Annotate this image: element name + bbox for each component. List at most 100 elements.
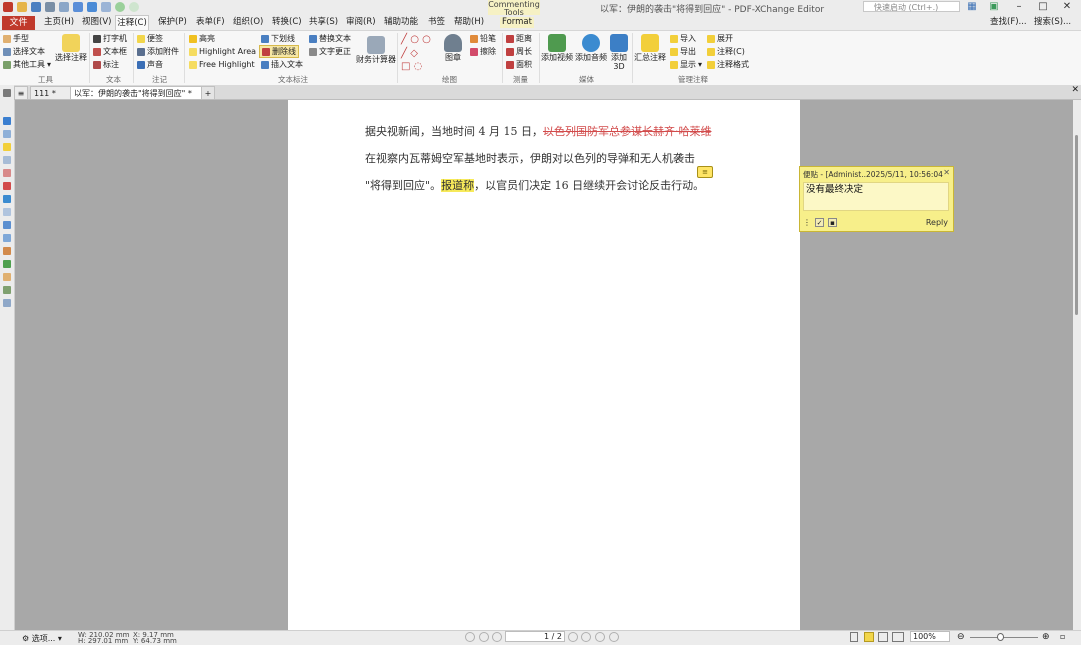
area-tool[interactable]: 面积 [506, 59, 532, 70]
content-icon[interactable] [3, 234, 11, 242]
document-line-2[interactable]: 在视察内瓦蒂姆空军基地时表示，伊朗对以色列的导弹和无人机袭击 [365, 152, 695, 166]
document-line-3[interactable]: "将得到回应"。报道称，以官员们决定 16 日继续开会讨论反击行动。 [365, 179, 704, 193]
last-page-icon[interactable] [581, 632, 591, 642]
tags-icon[interactable] [3, 221, 11, 229]
underline-tool[interactable]: 下划线 [261, 33, 295, 44]
add-audio-tool[interactable]: 添加音频 [575, 34, 607, 62]
new-tab-button[interactable]: + [201, 86, 215, 99]
note-reply-button[interactable]: Reply [926, 218, 948, 227]
quick-launch-input[interactable]: 快速启动 (Ctrl+.) [863, 1, 960, 12]
zoom-in-icon[interactable]: ⊕ [1042, 632, 1050, 642]
page-back-icon[interactable] [492, 632, 502, 642]
find-button[interactable]: 查找(F)... [990, 17, 1027, 28]
rectangle-tools[interactable]: □ ◌ [401, 61, 422, 72]
search-panel-icon[interactable] [3, 286, 11, 294]
page-number-input[interactable]: 1 / 2 [505, 631, 565, 642]
highlight-annotation[interactable]: 报道称 [441, 179, 475, 192]
undo-icon[interactable] [87, 2, 97, 12]
shape-tools[interactable]: ╱ ○ ○ [401, 34, 431, 45]
import-comments-button[interactable]: 导入 [670, 33, 696, 44]
add-video-tool[interactable]: 添加视频 [541, 34, 573, 62]
destinations-icon[interactable] [3, 195, 11, 203]
tab-bookmarks[interactable]: 书签 [428, 17, 445, 28]
sidebar-menu-icon[interactable] [3, 89, 11, 97]
expand-comments-button[interactable]: 展开 [707, 33, 733, 44]
typewriter-tool[interactable]: 打字机 [93, 33, 127, 44]
open-folder-icon[interactable] [17, 2, 27, 12]
history-icon[interactable] [3, 299, 11, 307]
note-text-field[interactable]: 没有最终决定 [803, 182, 949, 211]
attachments-icon[interactable] [3, 156, 11, 164]
export-comments-button[interactable]: 导出 [670, 46, 696, 57]
comments-pane-button[interactable]: 注释(C) [707, 46, 745, 57]
comments-panel-icon[interactable] [3, 143, 11, 151]
tab-share[interactable]: 共享(S) [309, 17, 338, 28]
single-page-icon[interactable] [850, 632, 858, 642]
zoom-slider-handle[interactable] [997, 633, 1004, 641]
comment-format-button[interactable]: 注释格式 [707, 59, 749, 70]
attach-file-tool[interactable]: 添加附件 [137, 46, 179, 57]
textbox-tool[interactable]: 文本框 [93, 46, 127, 57]
tab-review[interactable]: 审阅(R) [346, 17, 376, 28]
callout-tool[interactable]: 标注 [93, 59, 119, 70]
financial-calculator-tool[interactable]: 财务计算器 [356, 36, 396, 64]
polygon-tools[interactable]: ╱ ◇ [401, 48, 418, 59]
bookmarks-icon[interactable] [3, 117, 11, 125]
tab-view[interactable]: 视图(V) [82, 17, 111, 28]
zoom-level-dropdown[interactable]: 100% [910, 631, 950, 642]
free-highlight-tool[interactable]: Free Highlight [189, 59, 255, 70]
text-correct-tool[interactable]: 文字更正 [309, 46, 351, 57]
zoom-out-icon[interactable]: ⊖ [957, 632, 965, 642]
strikeout-tool[interactable]: 删除线 [259, 45, 299, 58]
distance-tool[interactable]: 距离 [506, 33, 532, 44]
document-line-1[interactable]: 据央视新闻，当地时间 4 月 15 日，以色列国防军总参谋长赫齐·哈莱维 [365, 125, 711, 139]
select-text-tool[interactable]: 选择文本 [3, 46, 45, 57]
sticky-note-tool[interactable]: 便签 [137, 33, 163, 44]
perimeter-tool[interactable]: 周长 [506, 46, 532, 57]
tab-comment[interactable]: 注释(C) [115, 15, 149, 30]
scrollbar-thumb[interactable] [1075, 135, 1078, 315]
tab-accessibility[interactable]: 辅助功能 [384, 17, 418, 28]
strikeout-annotation[interactable]: 以色列国防军总参谋长赫齐·哈莱维 [543, 125, 712, 138]
minimize-button[interactable]: – [1012, 1, 1026, 13]
order-icon[interactable] [3, 260, 11, 268]
next-page-icon[interactable] [568, 632, 578, 642]
note-popup[interactable]: 便贴 - [Administ..2025/5/11, 10:56:04 ✕ 没有… [799, 166, 954, 232]
print-icon[interactable] [45, 2, 55, 12]
layout-icon[interactable]: ▦ [965, 1, 979, 13]
properties-icon[interactable] [3, 273, 11, 281]
layers-icon[interactable] [3, 182, 11, 190]
back-icon[interactable] [115, 2, 125, 12]
tab-home[interactable]: 主页(H) [44, 17, 74, 28]
maximize-button[interactable]: □ [1036, 1, 1050, 13]
signatures-icon[interactable] [3, 169, 11, 177]
note-close-icon[interactable]: ✕ [943, 168, 950, 177]
summarize-comments-tool[interactable]: 汇总注释 [634, 34, 666, 62]
zoom-slider[interactable] [970, 637, 1038, 638]
note-check-icon[interactable]: ✓ [815, 218, 824, 227]
highlight-area-tool[interactable]: Highlight Area [189, 46, 256, 57]
eraser-tool[interactable]: 擦除 [470, 46, 496, 57]
continuous-page-icon[interactable] [864, 632, 874, 642]
sound-tool[interactable]: 声音 [137, 59, 163, 70]
articles-icon[interactable] [3, 208, 11, 216]
redo-icon[interactable] [101, 2, 111, 12]
tab-help[interactable]: 帮助(H) [454, 17, 484, 28]
select-comment-tool[interactable]: 选择注释 [55, 34, 87, 62]
facing-page-icon[interactable] [878, 632, 888, 642]
replace-text-tool[interactable]: 替换文本 [309, 33, 351, 44]
stamp-tool[interactable]: 图章 [444, 34, 462, 62]
save-icon[interactable] [31, 2, 41, 12]
page-forward-icon[interactable] [595, 632, 605, 642]
note-lock-icon[interactable]: ▪ [828, 218, 837, 227]
fields-icon[interactable] [3, 247, 11, 255]
close-all-icon[interactable]: ✕ [1071, 85, 1079, 95]
forward-icon[interactable] [129, 2, 139, 12]
tab-organize[interactable]: 组织(O) [233, 17, 263, 28]
doc-tab-active[interactable]: 以军：伊朗的袭击"将得到回应" * ✕ [70, 86, 215, 99]
history-forward-icon[interactable] [609, 632, 619, 642]
close-button[interactable]: ✕ [1060, 1, 1074, 13]
thumbnails-icon[interactable] [3, 130, 11, 138]
note-menu-icon[interactable]: ⋮ [803, 218, 811, 227]
continuous-facing-icon[interactable] [892, 632, 904, 642]
